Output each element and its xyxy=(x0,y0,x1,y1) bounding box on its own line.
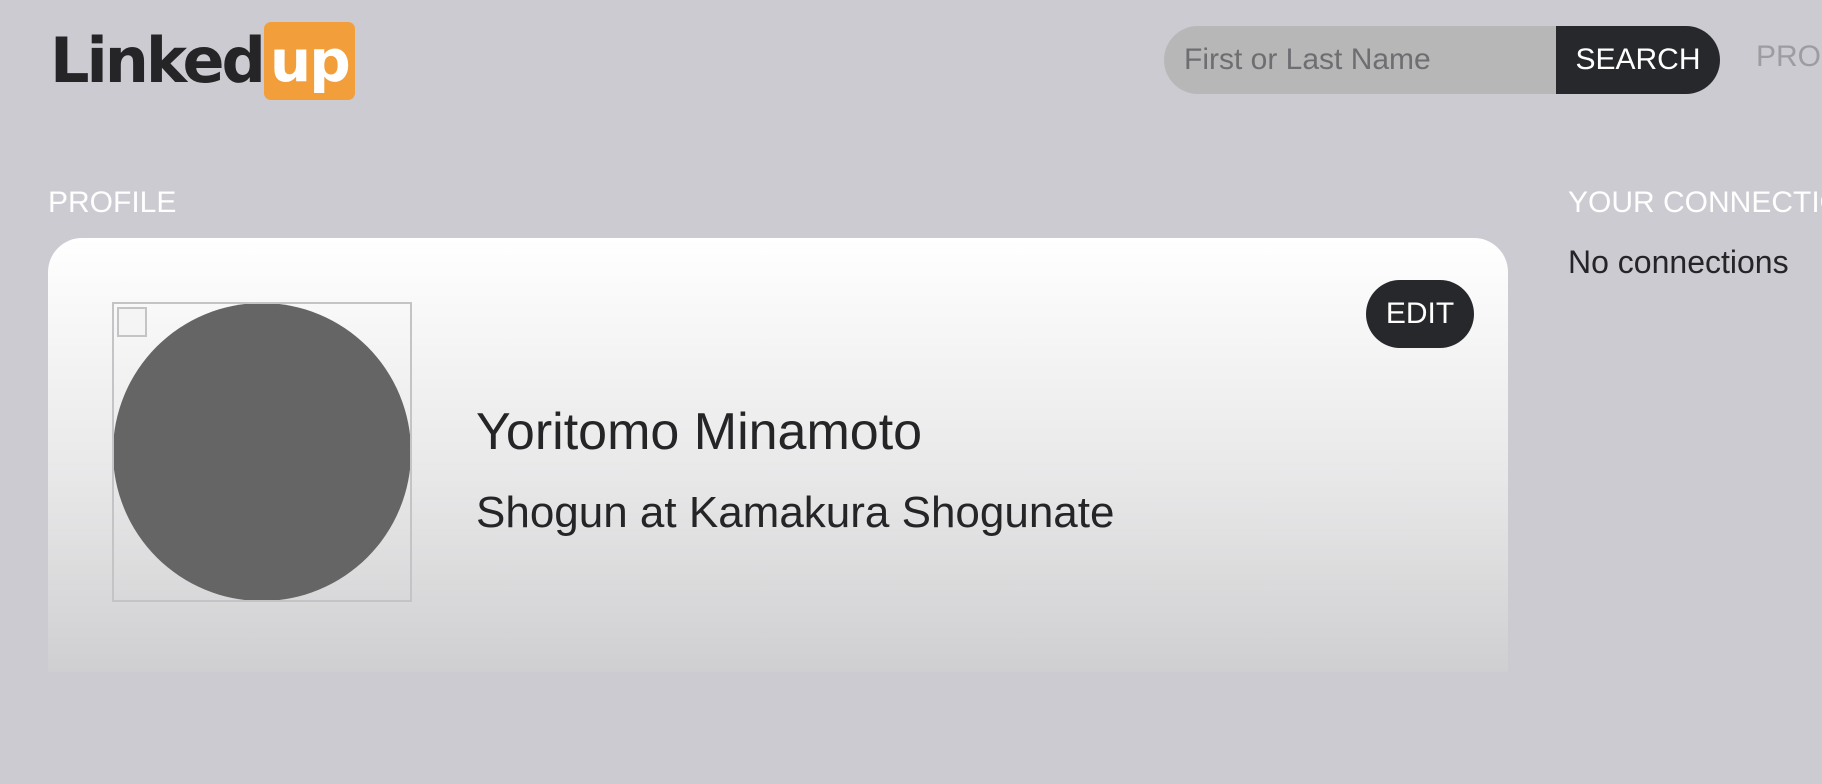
profile-section-heading: PROFILE xyxy=(48,186,177,219)
avatar-placeholder-circle xyxy=(114,304,410,600)
profile-card: EDIT Yoritomo Minamoto Shogun at Kamakur… xyxy=(48,238,1508,672)
edit-profile-button[interactable]: EDIT xyxy=(1366,280,1474,348)
connections-section-heading: YOUR CONNECTIONS xyxy=(1568,186,1822,219)
no-connections-text: No connections xyxy=(1568,244,1789,280)
search-button[interactable]: SEARCH xyxy=(1556,26,1720,94)
broken-image-icon xyxy=(117,307,147,337)
profile-headline: Shogun at Kamakura Shogunate xyxy=(476,488,1115,537)
logo-highlight-text: up xyxy=(269,27,351,95)
avatar xyxy=(112,302,412,602)
search-bar: SEARCH xyxy=(1164,26,1720,94)
search-input[interactable] xyxy=(1164,26,1556,94)
logo-text: Linked xyxy=(50,24,266,97)
logo-highlight-box: up xyxy=(263,22,355,100)
logo[interactable]: Linked up xyxy=(50,22,355,100)
profile-name: Yoritomo Minamoto xyxy=(476,403,923,461)
nav-profile-link[interactable]: PROFILE xyxy=(1756,40,1822,74)
